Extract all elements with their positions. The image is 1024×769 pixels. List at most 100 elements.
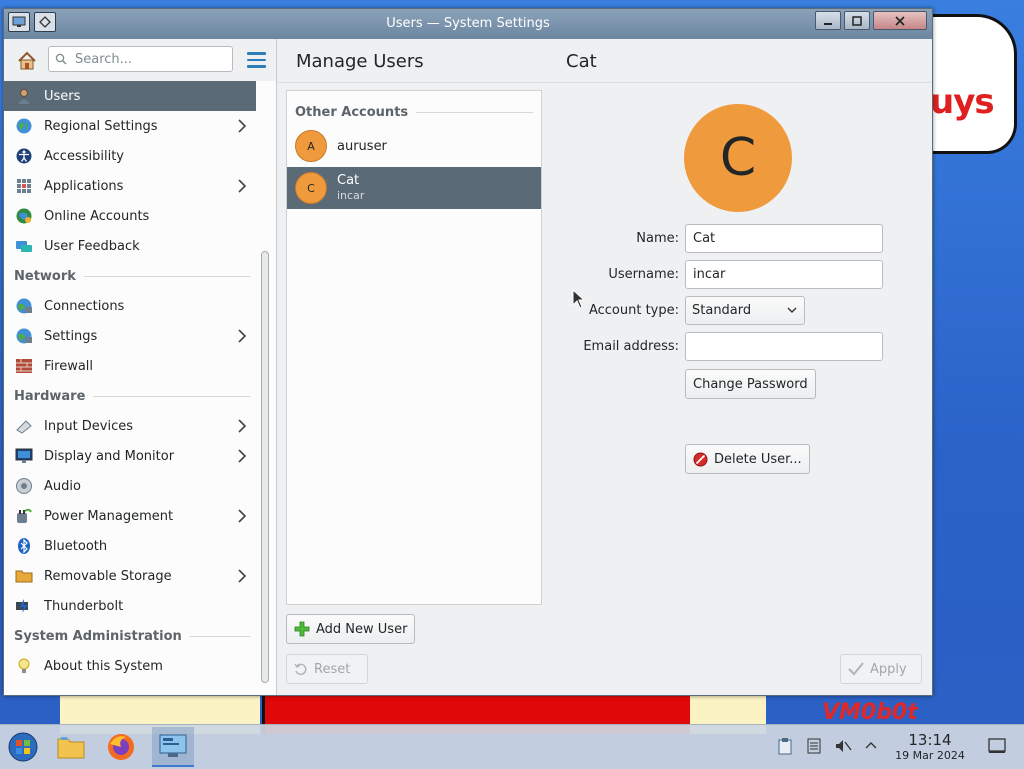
sidebar-item-label: Bluetooth [44,538,108,554]
applications-grid-icon [14,176,34,196]
sidebar-item-about-this-system[interactable]: About this System [4,651,256,681]
sidebar-item-power-management[interactable]: Power Management [4,501,256,531]
sidebar-item-label: Display and Monitor [44,448,175,464]
sidebar-item-applications[interactable]: Applications [4,171,256,201]
home-button[interactable] [14,48,40,74]
user-avatar[interactable]: C [684,104,792,212]
tray-volume[interactable] [832,735,854,757]
keyboard-mouse-icon [14,416,34,436]
start-orb-icon [8,732,38,762]
taskbar-firefox[interactable] [100,727,142,767]
wallpaper-watermark: VM0b0t [822,700,918,725]
window-titlebar[interactable]: Users — System Settings [4,9,932,39]
sidebar-item-online-accounts[interactable]: Online Accounts [4,201,256,231]
sidebar-item-label: Applications [44,178,124,194]
monitor-icon [14,446,34,466]
email-input[interactable] [691,338,875,355]
tray-expand[interactable] [860,735,882,757]
firewall-icon [14,356,34,376]
sidebar-item-label: Online Accounts [44,208,150,224]
globe-flag-icon [14,116,34,136]
sidebar-item-settings[interactable]: Settings [4,321,256,351]
name-input[interactable] [691,230,875,247]
username-label: Username: [608,267,679,282]
email-label: Email address: [583,339,679,354]
sidebar-item-display-and-monitor[interactable]: Display and Monitor [4,441,256,471]
minimize-button[interactable] [815,11,841,30]
chevron-right-icon [236,328,248,347]
system-settings-icon [159,734,187,757]
sidebar-scrollbar[interactable] [261,251,269,683]
sidebar-item-label: Users [44,88,81,104]
clipboard-icon [778,738,792,755]
search-field[interactable] [48,46,233,72]
user-feedback-icon [14,236,34,256]
page-title: Manage Users [296,51,424,72]
sidebar-item-label: Settings [44,328,98,344]
show-desktop-icon [988,738,1006,753]
account-name: auruser [337,138,387,154]
sidebar-item-connections[interactable]: Connections [4,291,256,321]
account-name: Cat [337,173,360,188]
tray-clipboard[interactable] [774,735,796,757]
show-desktop-button[interactable] [986,735,1008,757]
sidebar-category-header: System Administration [4,621,256,651]
sidebar-item-users[interactable]: Users [4,81,256,111]
sidebar-item-user-feedback[interactable]: User Feedback [4,231,256,261]
sidebar-item-label: About this System [44,658,163,674]
taskbar-system-settings[interactable] [152,727,194,767]
checkmark-icon [848,662,864,676]
start-menu-button[interactable] [2,727,44,767]
chevron-right-icon [236,568,248,587]
sidebar-item-label: Removable Storage [44,568,172,584]
email-field[interactable] [685,332,883,361]
window-title: Users — System Settings [386,16,550,31]
apply-label: Apply [870,661,907,677]
maximize-button[interactable] [844,11,870,30]
power-plug-icon [14,506,34,526]
sidebar-item-input-devices[interactable]: Input Devices [4,411,256,441]
delete-user-button[interactable]: Delete User... [685,444,810,474]
delete-icon [693,452,708,466]
hamburger-menu-button[interactable] [244,48,268,72]
accounts-section-label: Other Accounts [295,105,409,120]
sidebar-item-thunderbolt[interactable]: Thunderbolt [4,591,256,621]
tray-notes[interactable] [803,735,825,757]
clock[interactable]: 13:14 19 Mar 2024 [880,731,980,763]
chevron-right-icon [236,178,248,197]
change-password-button[interactable]: Change Password [685,369,816,399]
account-row-auruser[interactable]: A auruser [287,125,541,167]
taskbar: 13:14 19 Mar 2024 [0,724,1024,769]
sidebar-item-removable-storage[interactable]: Removable Storage [4,561,256,591]
taskbar-file-manager[interactable] [50,727,92,767]
bluetooth-icon [14,536,34,556]
account-type-select[interactable]: Standard [685,296,805,325]
sidebar: Users Regional Settings Accessibility Appli… [4,39,277,695]
chevron-up-icon [865,742,877,749]
sidebar-header [4,39,276,81]
maximize-icon [852,15,862,26]
username-input[interactable] [691,266,875,283]
name-label: Name: [636,231,679,246]
chevron-right-icon [236,508,248,527]
sidebar-item-label: Connections [44,298,125,314]
name-field[interactable] [685,224,883,253]
main-panel: Manage Users Cat Other Accounts A auruse… [277,39,932,695]
sidebar-item-bluetooth[interactable]: Bluetooth [4,531,256,561]
sidebar-item-firewall[interactable]: Firewall [4,351,256,381]
sidebar-item-accessibility[interactable]: Accessibility [4,141,256,171]
sidebar-item-audio[interactable]: Audio [4,471,256,501]
minimize-icon [824,22,832,25]
add-new-user-label: Add New User [316,621,408,637]
add-new-user-button[interactable]: Add New User [286,614,416,644]
connections-icon [14,296,34,316]
online-accounts-icon [14,206,34,226]
username-field[interactable] [685,260,883,289]
account-row-cat[interactable]: C Cat incar [287,167,541,209]
apply-button[interactable]: Apply [840,654,922,684]
sidebar-category-label: Hardware [14,388,86,404]
reset-button[interactable]: Reset [286,654,368,684]
search-input[interactable] [73,50,227,68]
sidebar-item-regional-settings[interactable]: Regional Settings [4,111,256,141]
close-button[interactable] [873,11,927,30]
